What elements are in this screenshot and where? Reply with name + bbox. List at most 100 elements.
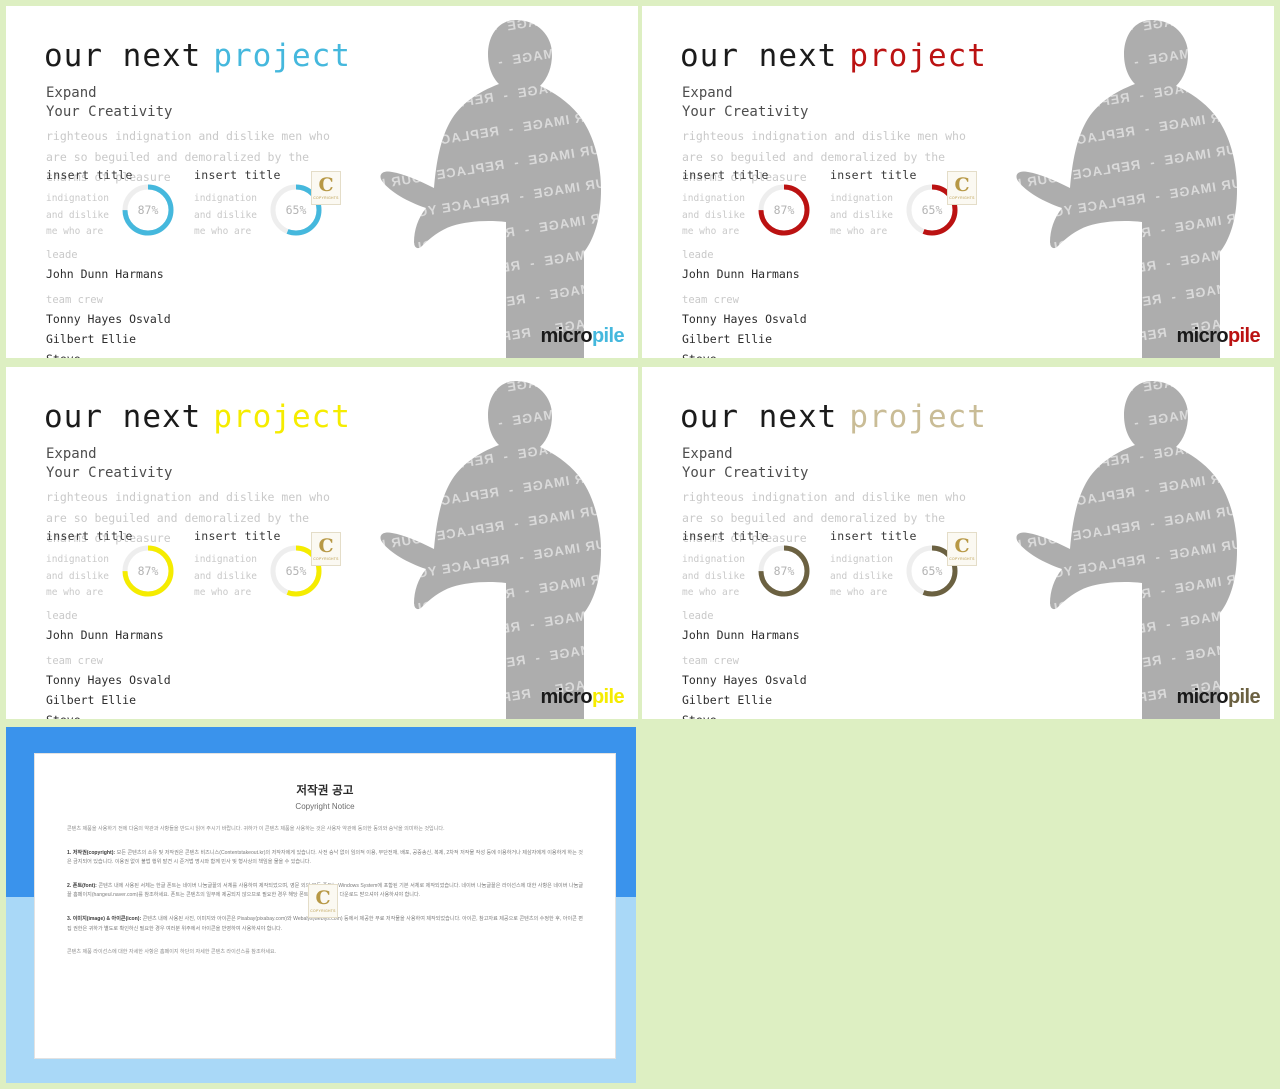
logo-accent-text: pile: [591, 325, 625, 347]
team-member-1: Tonny Hayes Osvald: [46, 312, 171, 326]
crew-section: leade John Dunn Harmans team crew Tonny …: [46, 246, 171, 358]
copyright-c-icon: C: [315, 887, 331, 909]
notice-item-3-heading: 3. 이미지(image) & 아이콘(icon):: [67, 915, 142, 922]
team-label: team crew: [682, 294, 739, 306]
notice-item-1-heading: 1. 저작권(copyright):: [67, 849, 116, 856]
notice-title-english: Copyright Notice: [295, 802, 355, 811]
donut-value-1: 87%: [773, 564, 795, 578]
leader-label: leade: [46, 610, 78, 622]
copyright-badge-sublabel: COPYRIGHTS: [949, 196, 975, 200]
copyright-badge: C COPYRIGHTS: [311, 532, 341, 566]
donut-chart-1: 87%: [756, 182, 812, 238]
notice-item-1: 1. 저작권(copyright): 모든 콘텐츠의 소유 및 저작권은 콘텐츠…: [67, 849, 583, 868]
copyright-badge-notice: C COPYRIGHTS: [308, 884, 338, 918]
leader-name: John Dunn Harmans: [682, 267, 800, 281]
slide-subtitle: Expand Your Creativity: [682, 446, 809, 481]
person-silhouette-image: .wm { font-family: "Liberation Sans", sa…: [378, 373, 638, 719]
headline-primary: our next: [680, 38, 838, 74]
micropile-logo: micropile: [540, 325, 624, 348]
team-member-1: Tonny Hayes Osvald: [682, 673, 807, 687]
team-member-2: Gilbert Ellie: [682, 693, 773, 707]
crew-section: leade John Dunn Harmans team crew Tonny …: [682, 607, 807, 719]
leader-name: John Dunn Harmans: [682, 628, 800, 642]
headline-primary: our next: [680, 399, 838, 435]
copyright-badge: C COPYRIGHTS: [311, 171, 341, 205]
micropile-logo: micropile: [1176, 325, 1260, 348]
person-silhouette-image: .wm { font-family: "Liberation Sans", sa…: [1014, 373, 1274, 719]
donut-chart-1: 87%: [120, 182, 176, 238]
slide-panel-3[interactable]: .wm { font-family: "Liberation Sans", sa…: [6, 367, 638, 719]
slide-panel-4[interactable]: .wm { font-family: "Liberation Sans", sa…: [642, 367, 1274, 719]
team-member-3: Steve: [46, 349, 171, 358]
slide-headline: our next project: [44, 399, 351, 435]
copyright-badge-sublabel: COPYRIGHTS: [313, 557, 339, 561]
slide-panel-1[interactable]: .wm { font-family: "Liberation Sans", sa…: [6, 6, 638, 358]
donut-value-1: 87%: [137, 203, 159, 217]
logo-primary-text: micro: [1176, 686, 1228, 708]
leader-label: leade: [682, 249, 714, 261]
headline-primary: our next: [44, 399, 202, 435]
leader-name: John Dunn Harmans: [46, 628, 164, 642]
donut-value-1: 87%: [137, 564, 159, 578]
headline-accent: project: [213, 399, 351, 435]
headline-accent: project: [849, 38, 987, 74]
team-member-2: Gilbert Ellie: [46, 693, 137, 707]
headline-accent: project: [849, 399, 987, 435]
logo-accent-text: pile: [1227, 325, 1261, 347]
logo-primary-text: micro: [540, 325, 592, 347]
team-member-1: Tonny Hayes Osvald: [46, 673, 171, 687]
donut-value-1: 87%: [773, 203, 795, 217]
team-label: team crew: [46, 655, 103, 667]
logo-accent-text: pile: [1227, 686, 1261, 708]
logo-primary-text: micro: [1176, 325, 1228, 347]
person-silhouette-image: .wm { font-family: "Liberation Sans", sa…: [378, 12, 638, 358]
headline-primary: our next: [44, 38, 202, 74]
donut-chart-1: 87%: [120, 543, 176, 599]
copyright-c-icon: C: [318, 535, 334, 557]
leader-label: leade: [46, 249, 78, 261]
team-label: team crew: [46, 294, 103, 306]
copyright-badge-sublabel: COPYRIGHTS: [949, 557, 975, 561]
copyright-badge: C COPYRIGHTS: [947, 532, 977, 566]
team-member-3: Steve: [682, 710, 807, 719]
copyright-badge: C COPYRIGHTS: [947, 171, 977, 205]
slide-subtitle: Expand Your Creativity: [682, 85, 809, 120]
crew-section: leade John Dunn Harmans team crew Tonny …: [682, 246, 807, 358]
slide-panel-2[interactable]: .wm { font-family: "Liberation Sans", sa…: [642, 6, 1274, 358]
slide-subtitle: Expand Your Creativity: [46, 85, 173, 120]
leader-name: John Dunn Harmans: [46, 267, 164, 281]
crew-section: leade John Dunn Harmans team crew Tonny …: [46, 607, 171, 719]
team-member-2: Gilbert Ellie: [46, 332, 137, 346]
copyright-c-icon: C: [318, 174, 334, 196]
copyright-c-icon: C: [954, 535, 970, 557]
donut-chart-1: 87%: [756, 543, 812, 599]
stat-title-1: insert title: [46, 529, 133, 543]
team-member-2: Gilbert Ellie: [682, 332, 773, 346]
stat-title-1: insert title: [682, 529, 769, 543]
team-member-3: Steve: [46, 710, 171, 719]
slide-subtitle: Expand Your Creativity: [46, 446, 173, 481]
stat-title-1: insert title: [46, 168, 133, 182]
copyright-badge-sublabel: COPYRIGHTS: [313, 196, 339, 200]
team-member-3: Steve: [682, 349, 807, 358]
logo-primary-text: micro: [540, 686, 592, 708]
copyright-c-icon: C: [954, 174, 970, 196]
notice-title-korean: 저작권 공고: [296, 785, 354, 797]
slide-headline: our next project: [680, 38, 987, 74]
team-label: team crew: [682, 655, 739, 667]
notice-item-2-heading: 2. 폰트(font):: [67, 882, 97, 889]
notice-item-1-text: 모든 콘텐츠의 소유 및 저작권은 콘텐츠 비즈니스(Contentstakeo…: [67, 849, 583, 866]
slide-headline: our next project: [680, 399, 987, 435]
team-member-1: Tonny Hayes Osvald: [682, 312, 807, 326]
headline-accent: project: [213, 38, 351, 74]
slide-headline: our next project: [44, 38, 351, 74]
presentation-canvas: .wm { font-family: "Liberation Sans", sa…: [0, 0, 1280, 1089]
notice-intro-paragraph: 콘텐츠 제품을 사용하기 전에 다음의 약관과 사항들을 반드시 읽어 주시기 …: [67, 826, 445, 832]
copyright-badge-sublabel: COPYRIGHTS: [310, 909, 336, 913]
micropile-logo: micropile: [540, 686, 624, 709]
person-silhouette-image: .wm { font-family: "Liberation Sans", sa…: [1014, 12, 1274, 358]
leader-label: leade: [682, 610, 714, 622]
notice-item-3-text: 콘텐츠 내에 사용된 사진, 이미지와 아이콘은 Pixabay(pixabay…: [67, 915, 583, 932]
stat-title-1: insert title: [682, 168, 769, 182]
micropile-logo: micropile: [1176, 686, 1260, 709]
